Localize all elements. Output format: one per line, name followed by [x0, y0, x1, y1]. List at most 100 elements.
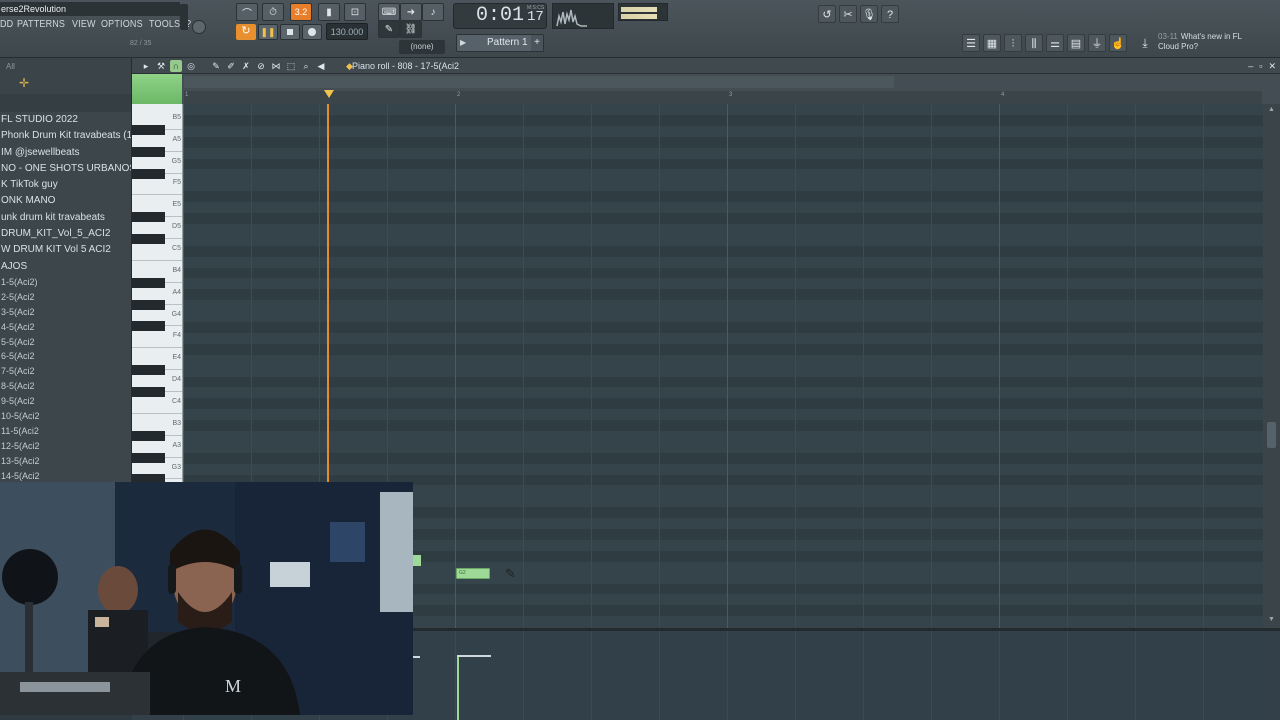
- browser-file-item[interactable]: 2-5(Aci2: [0, 290, 131, 305]
- playhead-marker[interactable]: [324, 90, 334, 98]
- stop-button[interactable]: [280, 24, 300, 40]
- news-panel[interactable]: 03-11 What's new in FL Cloud Pro?: [1158, 32, 1268, 56]
- browser-file-item[interactable]: 3-5(Aci2: [0, 305, 131, 320]
- black-key[interactable]: [132, 299, 165, 310]
- undo-button[interactable]: ↺: [818, 5, 836, 23]
- record-mode-button[interactable]: ⊡: [344, 3, 366, 21]
- wrench-icon[interactable]: ⚒: [155, 60, 167, 72]
- browser-folder-item[interactable]: unk drum kit travabeats: [0, 210, 131, 226]
- minimize-icon[interactable]: –: [1248, 58, 1253, 74]
- black-key[interactable]: [132, 430, 165, 441]
- master-pitch-knob[interactable]: [192, 20, 206, 34]
- step-edit-button[interactable]: ▮: [318, 3, 340, 21]
- menu-item-view[interactable]: VIEW: [72, 17, 100, 33]
- horizontal-scrollbar[interactable]: [184, 76, 894, 88]
- browser-folder-item[interactable]: K TikTok guy: [0, 177, 131, 193]
- piano-roll-button[interactable]: ⫼: [1025, 34, 1043, 52]
- zoom-icon[interactable]: ⌕: [300, 60, 312, 72]
- scroll-down-icon[interactable]: ▼: [1268, 616, 1275, 623]
- piano-keyboard[interactable]: B5 A5 G5 F5 E5 D5 C5 B4 A4 G4 F4 E4 D4 C4 B3 A3 G3: [132, 104, 183, 482]
- scroll-thumb[interactable]: [1267, 422, 1276, 448]
- browser-folder-item[interactable]: DRUM_KIT_Vol_5_ACI2: [0, 226, 131, 242]
- menu-item-options[interactable]: OPTIONS: [101, 17, 147, 33]
- browser-file-item[interactable]: 12-5(Aci2: [0, 439, 131, 454]
- vertical-scrollbar[interactable]: ▲ ▼: [1263, 104, 1280, 628]
- close-icon[interactable]: ✕: [1268, 58, 1276, 74]
- scroll-up-icon[interactable]: ▲: [1268, 106, 1275, 113]
- mute-icon[interactable]: ⊘: [255, 60, 267, 72]
- black-key[interactable]: [132, 474, 165, 482]
- browser-folder-item[interactable]: FL STUDIO 2022: [0, 112, 131, 128]
- tempo-tap-button[interactable]: ⌒: [236, 3, 258, 21]
- channel-rack-button[interactable]: ▦: [983, 34, 1001, 52]
- black-key[interactable]: [132, 146, 165, 157]
- black-key[interactable]: [132, 277, 165, 288]
- slice-icon[interactable]: ⋈: [270, 60, 282, 72]
- menu-item-patterns[interactable]: PATTERNS: [17, 17, 70, 33]
- metronome-toggle[interactable]: ♪: [422, 3, 444, 21]
- mode-indicator[interactable]: 3.2: [290, 3, 312, 21]
- browser-file-item[interactable]: 1-5(Aci2): [0, 275, 131, 290]
- snap-button[interactable]: ➜: [400, 3, 422, 21]
- browser-file-item[interactable]: 11-5(Aci2: [0, 424, 131, 439]
- browser-file-item[interactable]: 10-5(Aci2: [0, 409, 131, 424]
- project-button[interactable]: ▤: [1067, 34, 1085, 52]
- time-marker-area[interactable]: [132, 74, 182, 104]
- arrow-right-icon[interactable]: ▸: [140, 60, 152, 72]
- note[interactable]: [412, 555, 421, 566]
- touch-button[interactable]: ☝: [1109, 34, 1127, 52]
- black-key[interactable]: [132, 234, 165, 245]
- browser-file-item[interactable]: 8-5(Aci2: [0, 379, 131, 394]
- black-key[interactable]: [132, 452, 165, 463]
- loop-button[interactable]: ↻: [236, 24, 256, 40]
- cut-tools-button[interactable]: ✂: [839, 5, 857, 23]
- help-button[interactable]: ?: [881, 5, 899, 23]
- pattern-none-select[interactable]: (none): [399, 40, 445, 54]
- browser-file-item[interactable]: 4-5(Aci2: [0, 320, 131, 335]
- typing-keyboard-button[interactable]: ⌨: [378, 3, 400, 21]
- download-icon[interactable]: ⤓: [1136, 34, 1154, 52]
- browser-file-item[interactable]: 6-5(Aci2: [0, 349, 131, 364]
- select-icon[interactable]: ⬚: [285, 60, 297, 72]
- mixer-button[interactable]: ⫶: [1004, 34, 1022, 52]
- plugin-picker-button[interactable]: ⚌: [1046, 34, 1064, 52]
- audio-input-button[interactable]: 🎙: [860, 5, 878, 23]
- browser-folder-item[interactable]: AJOS: [0, 259, 131, 275]
- menu-item-add[interactable]: DD: [0, 17, 18, 33]
- master-volume-slider[interactable]: [180, 4, 188, 30]
- magnet-icon[interactable]: ∩: [170, 60, 182, 72]
- black-key[interactable]: [132, 168, 165, 179]
- black-key[interactable]: [132, 365, 165, 376]
- playlist-button[interactable]: ☰: [962, 34, 980, 52]
- pencil-tool-button[interactable]: ✎: [378, 20, 400, 38]
- speaker-icon[interactable]: ◀: [315, 60, 327, 72]
- browser-folder-item[interactable]: W DRUM KIT Vol 5 ACI2: [0, 242, 131, 258]
- browser-file-item[interactable]: 5-5(Aci2: [0, 335, 131, 350]
- add-folder-icon[interactable]: ✛: [19, 76, 29, 90]
- browser-file-item[interactable]: 9-5(Aci2: [0, 394, 131, 409]
- browser-file-item[interactable]: 7-5(Aci2: [0, 364, 131, 379]
- black-key[interactable]: [132, 124, 165, 135]
- record-button[interactable]: [302, 24, 322, 40]
- browser-file-item[interactable]: 13-5(Aci2: [0, 454, 131, 469]
- browser-folder-item[interactable]: NO - ONE SHOTS URBANOS VOL. 2: [0, 161, 131, 177]
- velocity-bar[interactable]: [412, 656, 420, 658]
- tempo-display[interactable]: 130.000: [326, 23, 368, 40]
- add-pattern-button[interactable]: +: [531, 35, 543, 51]
- velocity-bar[interactable]: [457, 655, 459, 720]
- target-icon[interactable]: ◎: [185, 60, 197, 72]
- browser-folder-item[interactable]: Phonk Drum Kit travabeats (1): [0, 128, 131, 144]
- black-key[interactable]: [132, 321, 165, 332]
- browser-all-label[interactable]: All: [6, 62, 15, 71]
- browser-folder-item[interactable]: IM @jsewellbeats: [0, 145, 131, 161]
- pattern-selector[interactable]: ▶ Pattern 1 +: [456, 34, 544, 52]
- metronome-button[interactable]: ⏱: [262, 3, 284, 21]
- pencil-icon[interactable]: ✎: [210, 60, 222, 72]
- play-button[interactable]: ❚❚: [258, 24, 278, 40]
- browser-folder-item[interactable]: ONK MANO: [0, 193, 131, 209]
- note[interactable]: G2: [456, 568, 490, 579]
- bar-ruler[interactable]: [184, 91, 1262, 104]
- link-button[interactable]: ⛓: [400, 20, 422, 38]
- plugin-button[interactable]: ⏚: [1088, 34, 1106, 52]
- black-key[interactable]: [132, 212, 165, 223]
